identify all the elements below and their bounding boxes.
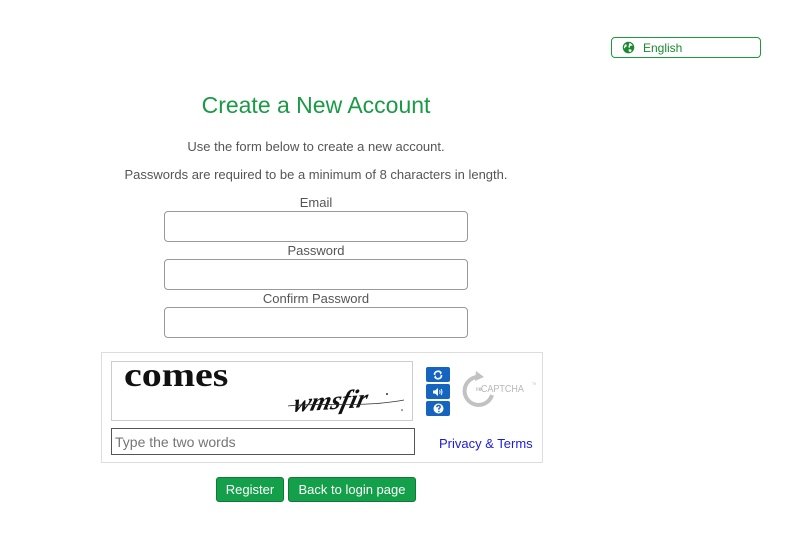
- captcha-response-input[interactable]: [111, 428, 415, 455]
- confirm-password-field[interactable]: [164, 307, 468, 338]
- globe-icon: [622, 41, 635, 54]
- password-label: Password: [287, 243, 345, 258]
- password-requirement-text: Passwords are required to be a minimum o…: [124, 167, 508, 182]
- back-to-login-button[interactable]: Back to login page: [288, 477, 416, 502]
- captcha-word-1: comes: [124, 362, 228, 394]
- help-icon: [433, 403, 443, 414]
- captcha-word-2: wmsfir: [291, 383, 372, 418]
- captcha-audio-button[interactable]: [426, 384, 450, 399]
- captcha-refresh-button[interactable]: [426, 367, 450, 382]
- email-field[interactable]: [164, 211, 468, 242]
- captcha-help-button[interactable]: [426, 401, 450, 416]
- audio-icon: [433, 387, 443, 396]
- email-label: Email: [299, 195, 333, 210]
- language-selector[interactable]: English: [611, 37, 761, 58]
- intro-text: Use the form below to create a new accou…: [187, 139, 445, 154]
- password-field[interactable]: [164, 259, 468, 290]
- refresh-icon: [433, 370, 443, 379]
- privacy-terms-link[interactable]: Privacy & Terms: [439, 436, 533, 451]
- captcha-image: comes wmsfir: [111, 361, 413, 421]
- register-button[interactable]: Register: [216, 477, 284, 502]
- svg-text:TM: TM: [532, 381, 536, 386]
- recaptcha-logo-icon: re CAPTCHA TM: [462, 371, 536, 407]
- language-label: English: [643, 40, 683, 55]
- page-title: Create a New Account: [201, 92, 431, 118]
- recaptcha-widget: comes wmsfir re CAPTCHA T Type the two w…: [101, 352, 543, 463]
- svg-text:CAPTCHA: CAPTCHA: [481, 384, 525, 396]
- confirm-password-label: Confirm Password: [262, 291, 370, 306]
